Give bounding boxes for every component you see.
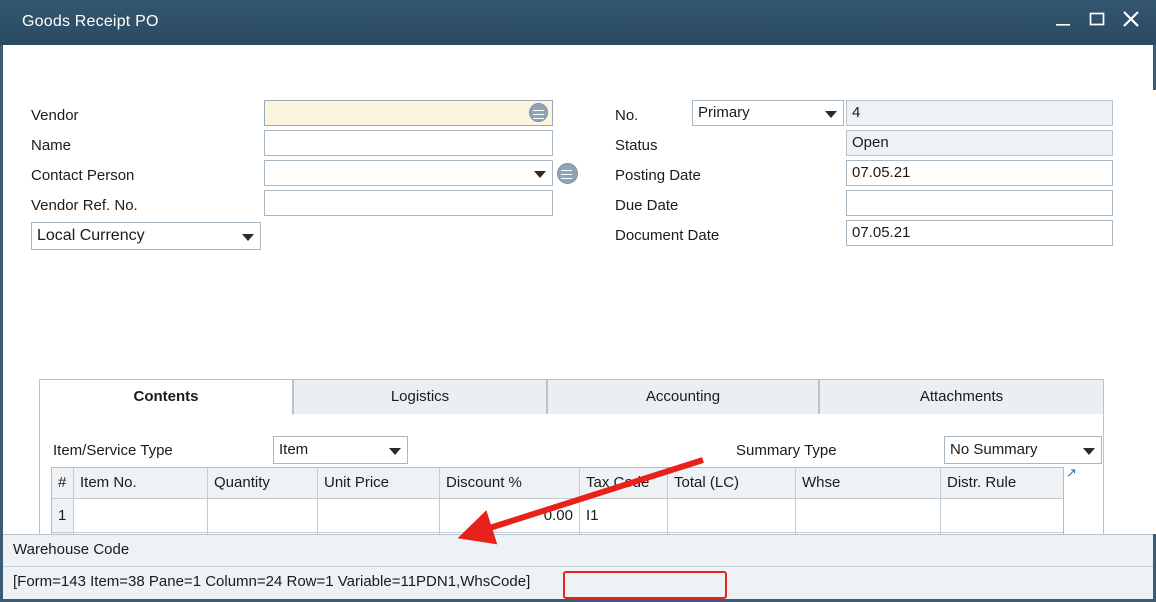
no-label: No. bbox=[615, 107, 638, 124]
col-header-item-no[interactable]: Item No. bbox=[74, 468, 208, 498]
chevron-down-icon bbox=[389, 448, 401, 455]
window-client-area: Vendor Name Contact Person Vendor Ref. N… bbox=[0, 45, 1156, 602]
cell-tax-code[interactable]: I1 bbox=[580, 499, 668, 532]
grid-header-row: # Item No. Quantity Unit Price Discount … bbox=[52, 468, 1063, 498]
cell-unit-price[interactable] bbox=[318, 499, 440, 532]
status-field: Open bbox=[846, 130, 1113, 156]
col-header-num[interactable]: # bbox=[52, 468, 74, 498]
posting-date-value: 07.05.21 bbox=[852, 164, 910, 181]
document-number-value: 4 bbox=[852, 104, 860, 121]
currency-value: Local Currency bbox=[37, 227, 145, 244]
window-title: Goods Receipt PO bbox=[22, 13, 159, 31]
maximize-icon bbox=[1089, 11, 1105, 27]
cell-discount[interactable]: 0.00 bbox=[440, 499, 580, 532]
due-date-label: Due Date bbox=[615, 197, 678, 214]
expand-grid-icon[interactable]: ↗ bbox=[1066, 465, 1077, 481]
document-date-value: 07.05.21 bbox=[852, 224, 910, 241]
status-label: Status bbox=[615, 137, 658, 154]
due-date-input[interactable] bbox=[846, 190, 1113, 216]
currency-combo[interactable]: Local Currency bbox=[31, 222, 261, 250]
col-header-total-lc[interactable]: Total (LC) bbox=[668, 468, 796, 498]
vendor-label: Vendor bbox=[31, 107, 79, 124]
document-date-label: Document Date bbox=[615, 227, 719, 244]
close-icon bbox=[1121, 9, 1141, 29]
table-row[interactable]: 1 0.00 I1 bbox=[52, 498, 1063, 532]
name-label: Name bbox=[31, 137, 71, 154]
minimize-icon bbox=[1055, 16, 1071, 28]
contact-person-combo[interactable] bbox=[264, 160, 553, 186]
vendor-ref-no-input[interactable] bbox=[264, 190, 553, 216]
cell-quantity[interactable] bbox=[208, 499, 318, 532]
tab-accounting-label: Accounting bbox=[646, 388, 720, 405]
right-edge-strip bbox=[1144, 90, 1156, 534]
document-number-field[interactable]: 4 bbox=[846, 100, 1113, 126]
status-info-prefix: [Form=143 Item=38 Pane=1 Column=24 Row=1… bbox=[13, 573, 416, 590]
chevron-down-icon bbox=[1083, 448, 1095, 455]
item-service-type-label: Item/Service Type bbox=[53, 442, 173, 459]
tab-contents-label: Contents bbox=[134, 388, 199, 405]
tab-logistics-label: Logistics bbox=[391, 388, 449, 405]
col-header-discount[interactable]: Discount % bbox=[440, 468, 580, 498]
row-number: 1 bbox=[52, 499, 74, 532]
status-info-text: [Form=143 Item=38 Pane=1 Column=24 Row=1… bbox=[13, 573, 530, 590]
col-header-whse[interactable]: Whse bbox=[796, 468, 941, 498]
vendor-ref-no-label: Vendor Ref. No. bbox=[31, 197, 138, 214]
posting-date-input[interactable]: 07.05.21 bbox=[846, 160, 1113, 186]
application-window: Goods Receipt PO Vendor Name bbox=[0, 0, 1156, 602]
summary-type-label: Summary Type bbox=[736, 442, 837, 459]
contact-person-label: Contact Person bbox=[31, 167, 134, 184]
col-header-quantity[interactable]: Quantity bbox=[208, 468, 318, 498]
name-input[interactable] bbox=[264, 130, 553, 156]
col-header-tax-code[interactable]: Tax Code bbox=[580, 468, 668, 498]
tabstrip: Contents Logistics Accounting Attachment… bbox=[39, 379, 1104, 415]
status-info-highlight: PDN1,WhsCode] bbox=[416, 573, 530, 590]
chevron-down-icon bbox=[534, 171, 546, 178]
maximize-button[interactable] bbox=[1084, 11, 1110, 34]
tab-contents[interactable]: Contents bbox=[39, 379, 293, 415]
cell-whse[interactable] bbox=[796, 499, 941, 532]
status-field-bar: Warehouse Code bbox=[3, 534, 1153, 566]
summary-type-combo[interactable]: No Summary bbox=[944, 436, 1102, 464]
summary-type-value: No Summary bbox=[950, 441, 1038, 458]
col-header-unit-price[interactable]: Unit Price bbox=[318, 468, 440, 498]
chevron-down-icon bbox=[242, 234, 254, 241]
tab-logistics[interactable]: Logistics bbox=[293, 379, 547, 415]
item-service-type-value: Item bbox=[279, 441, 308, 458]
minimize-button[interactable] bbox=[1050, 13, 1076, 35]
cell-total-lc[interactable] bbox=[668, 499, 796, 532]
tab-accounting[interactable]: Accounting bbox=[547, 379, 819, 415]
status-info-bar: [Form=143 Item=38 Pane=1 Column=24 Row=1… bbox=[3, 566, 1153, 599]
form-content: Vendor Name Contact Person Vendor Ref. N… bbox=[3, 45, 1153, 534]
item-service-type-combo[interactable]: Item bbox=[273, 436, 408, 464]
status-field-label: Warehouse Code bbox=[13, 541, 129, 558]
status-value: Open bbox=[852, 134, 889, 151]
tab-attachments-label: Attachments bbox=[920, 388, 1003, 405]
numbering-series-combo[interactable]: Primary bbox=[692, 100, 844, 126]
cell-item-no[interactable] bbox=[74, 499, 208, 532]
choose-from-list-icon[interactable] bbox=[529, 103, 548, 122]
document-date-input[interactable]: 07.05.21 bbox=[846, 220, 1113, 246]
posting-date-label: Posting Date bbox=[615, 167, 701, 184]
tab-attachments[interactable]: Attachments bbox=[819, 379, 1104, 415]
chevron-down-icon bbox=[825, 111, 837, 118]
close-button[interactable] bbox=[1118, 9, 1144, 33]
numbering-series-value: Primary bbox=[698, 104, 750, 121]
cell-distr-rule[interactable] bbox=[941, 499, 1063, 532]
vendor-input[interactable] bbox=[264, 100, 553, 126]
window-titlebar[interactable]: Goods Receipt PO bbox=[0, 0, 1156, 45]
contact-person-choose-icon[interactable] bbox=[557, 163, 578, 184]
col-header-distr-rule[interactable]: Distr. Rule bbox=[941, 468, 1063, 498]
